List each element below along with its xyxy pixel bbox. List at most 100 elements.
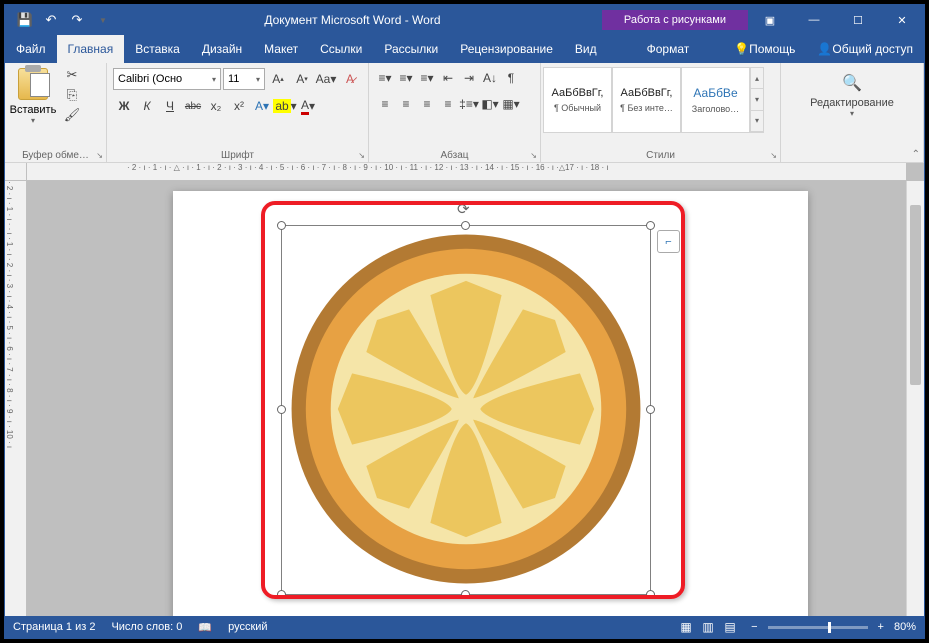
text-effects-icon[interactable]: A▾ bbox=[251, 95, 273, 117]
annotation-highlight bbox=[261, 201, 685, 599]
highlight-icon[interactable]: ab▾ bbox=[274, 95, 296, 117]
bold-button[interactable]: Ж bbox=[113, 95, 135, 117]
inc-indent-icon[interactable]: ⇥ bbox=[459, 67, 479, 89]
style-normal[interactable]: АаБбВвГг, ¶ Обычный bbox=[543, 67, 612, 133]
tab-home[interactable]: Главная bbox=[57, 35, 125, 63]
view-read-icon[interactable]: ▦ bbox=[675, 620, 697, 634]
group-editing[interactable]: 🔍 Редактирование ▾ bbox=[781, 63, 924, 162]
style-preview: АаБбВвГг, bbox=[621, 87, 673, 99]
strike-button[interactable]: abc bbox=[182, 95, 204, 117]
clear-format-icon[interactable]: A̷ bbox=[339, 68, 361, 90]
style-heading1[interactable]: АаБбВе Заголово… bbox=[681, 67, 750, 133]
paragraph-dialog-icon[interactable]: ↘ bbox=[530, 151, 537, 160]
underline-button[interactable]: Ч bbox=[159, 95, 181, 117]
status-proofing-icon[interactable]: 📖 bbox=[198, 621, 212, 634]
bullets-icon[interactable]: ≡▾ bbox=[375, 67, 395, 89]
view-print-icon[interactable]: ▥ bbox=[697, 620, 719, 634]
numbering-icon[interactable]: ≡▾ bbox=[396, 67, 416, 89]
subscript-button[interactable]: x₂ bbox=[205, 95, 227, 117]
paste-button[interactable]: Вставить ▾ bbox=[9, 65, 57, 140]
scroll-thumb[interactable] bbox=[910, 205, 921, 385]
borders-icon[interactable]: ▦▾ bbox=[501, 93, 521, 115]
font-size-combo[interactable]: 11▾ bbox=[223, 68, 265, 90]
change-case-icon[interactable]: Aa▾ bbox=[315, 68, 337, 90]
tab-references[interactable]: Ссылки bbox=[309, 35, 373, 63]
ruler-h-scale: · 2 · ı · 1 · ı · △ · ı · 1 · ı · 2 · ı … bbox=[127, 163, 609, 172]
tab-format[interactable]: Формат bbox=[636, 35, 701, 63]
styles-gallery[interactable]: АаБбВвГг, ¶ Обычный АаБбВвГг, ¶ Без инте… bbox=[543, 67, 778, 133]
statusbar: Страница 1 из 2 Число слов: 0 📖 русский … bbox=[5, 616, 924, 638]
dec-indent-icon[interactable]: ⇤ bbox=[438, 67, 458, 89]
zoom-in-icon[interactable]: + bbox=[878, 621, 884, 633]
align-left-icon[interactable]: ≡ bbox=[375, 93, 395, 115]
editing-dropdown-icon: ▾ bbox=[850, 109, 854, 118]
multilevel-icon[interactable]: ≡▾ bbox=[417, 67, 437, 89]
minimize-icon[interactable]: — bbox=[792, 5, 836, 35]
font-name-combo[interactable]: Calibri (Осно▾ bbox=[113, 68, 221, 90]
font-name-value: Calibri (Осно bbox=[118, 73, 182, 85]
paste-label: Вставить bbox=[10, 104, 57, 116]
zoom-out-icon[interactable]: − bbox=[751, 621, 757, 633]
copy-icon[interactable]: ⎘ bbox=[61, 87, 83, 103]
align-center-icon[interactable]: ≡ bbox=[396, 93, 416, 115]
style-name: ¶ Без инте… bbox=[615, 103, 678, 113]
cut-icon[interactable]: ✂ bbox=[61, 67, 83, 83]
group-clipboard: Вставить ▾ ✂ ⎘ 🖌 Буфер обме… ↘ bbox=[5, 63, 107, 162]
sort-icon[interactable]: A↓ bbox=[480, 67, 500, 89]
styles-dialog-icon[interactable]: ↘ bbox=[770, 151, 777, 160]
group-font-label: Шрифт bbox=[107, 150, 368, 161]
format-painter-icon[interactable]: 🖌 bbox=[61, 107, 83, 123]
clipboard-dialog-icon[interactable]: ↘ bbox=[96, 151, 103, 160]
ribbon-display-icon[interactable]: ▣ bbox=[748, 5, 792, 35]
paste-dropdown-icon[interactable]: ▾ bbox=[31, 116, 35, 125]
undo-icon[interactable]: ↶ bbox=[39, 8, 63, 32]
redo-icon[interactable]: ↷ bbox=[65, 8, 89, 32]
tab-mailings[interactable]: Рассылки bbox=[373, 35, 449, 63]
document-area: · 2 · ı · 1 · ı · △ · ı · 1 · ı · 2 · ı … bbox=[5, 163, 924, 616]
show-marks-icon[interactable]: ¶ bbox=[501, 67, 521, 89]
view-buttons: ▦ ▥ ▤ bbox=[675, 620, 741, 634]
close-icon[interactable]: ✕ bbox=[880, 5, 924, 35]
tell-me[interactable]: 💡 Помощь bbox=[723, 35, 806, 63]
collapse-ribbon-icon[interactable]: ⌃ bbox=[912, 149, 920, 160]
tab-layout[interactable]: Макет bbox=[253, 35, 309, 63]
share-button[interactable]: 👤 Общий доступ bbox=[806, 35, 924, 63]
paste-icon bbox=[18, 68, 48, 100]
style-nospacing[interactable]: АаБбВвГг, ¶ Без инте… bbox=[612, 67, 681, 133]
ruler-horizontal[interactable]: · 2 · ı · 1 · ı · △ · ı · 1 · ı · 2 · ı … bbox=[27, 163, 906, 181]
tab-view[interactable]: Вид bbox=[564, 35, 608, 63]
line-spacing-icon[interactable]: ‡≡▾ bbox=[459, 93, 479, 115]
shading-icon[interactable]: ◧▾ bbox=[480, 93, 500, 115]
status-words[interactable]: Число слов: 0 bbox=[111, 621, 182, 633]
justify-icon[interactable]: ≡ bbox=[438, 93, 458, 115]
zoom-level[interactable]: 80% bbox=[894, 621, 916, 633]
superscript-button[interactable]: x² bbox=[228, 95, 250, 117]
maximize-icon[interactable]: ☐ bbox=[836, 5, 880, 35]
align-right-icon[interactable]: ≡ bbox=[417, 93, 437, 115]
font-dialog-icon[interactable]: ↘ bbox=[358, 151, 365, 160]
save-icon[interactable]: 💾 bbox=[13, 8, 37, 32]
picture-tools-tab[interactable]: Работа с рисунками bbox=[602, 10, 748, 30]
tab-design[interactable]: Дизайн bbox=[191, 35, 253, 63]
ruler-vertical[interactable]: · 2 · ı · 1 · ı · · ı · 1 · ı · 2 · ı · … bbox=[5, 181, 27, 616]
window-title: Документ Microsoft Word - Word bbox=[123, 13, 582, 27]
italic-button[interactable]: К bbox=[136, 95, 158, 117]
status-page[interactable]: Страница 1 из 2 bbox=[13, 621, 95, 633]
view-web-icon[interactable]: ▤ bbox=[719, 620, 741, 634]
scrollbar-vertical[interactable] bbox=[906, 181, 924, 616]
quick-access-toolbar: 💾 ↶ ↷ ▼ bbox=[5, 8, 123, 32]
titlebar: 💾 ↶ ↷ ▼ Документ Microsoft Word - Word Р… bbox=[5, 5, 924, 35]
share-label: Общий доступ bbox=[832, 42, 913, 56]
tab-file[interactable]: Файл bbox=[5, 35, 57, 63]
tab-review[interactable]: Рецензирование bbox=[449, 35, 564, 63]
status-language[interactable]: русский bbox=[228, 621, 267, 633]
shrink-font-icon[interactable]: A▾ bbox=[291, 68, 313, 90]
grow-font-icon[interactable]: A▴ bbox=[267, 68, 289, 90]
group-paragraph: ≡▾ ≡▾ ≡▾ ⇤ ⇥ A↓ ¶ ≡ ≡ ≡ ≡ ‡≡▾ ◧▾ ▦▾ Абза… bbox=[369, 63, 541, 162]
qat-more-icon[interactable]: ▼ bbox=[91, 8, 115, 32]
font-color-icon[interactable]: A▾ bbox=[297, 95, 319, 117]
zoom-slider[interactable] bbox=[768, 626, 868, 629]
tab-insert[interactable]: Вставка bbox=[124, 35, 191, 63]
styles-scroll[interactable]: ▴▾▾ bbox=[750, 67, 764, 133]
tell-me-label: Помощь bbox=[749, 42, 795, 56]
